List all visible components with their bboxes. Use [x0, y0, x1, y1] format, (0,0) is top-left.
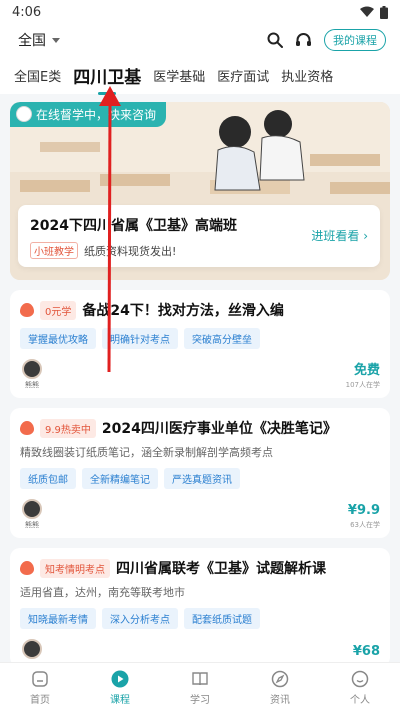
status-time: 4:06 — [12, 4, 42, 20]
search-icon[interactable] — [267, 32, 283, 48]
course-description: 适用省直，达州，南充等联考地市 — [20, 586, 185, 599]
price-badge: 9.9热卖中 — [40, 418, 96, 438]
status-bar: 4:06 — [0, 0, 400, 24]
course-title: 备战24下！找对方法，丝滑入编 — [82, 303, 284, 319]
chevron-down-icon — [52, 37, 60, 43]
course-tag: 知晓最新考情 — [20, 608, 96, 629]
tab-label: 资讯 — [270, 694, 290, 706]
course-feed[interactable]: 在线督学中，快来咨询 2024下四川省属《卫基》高端班 小班教学 纸质资料现货发… — [0, 94, 400, 662]
tab-label: 个人 — [350, 694, 370, 706]
teacher-avatar — [22, 639, 42, 659]
consult-chip[interactable]: 在线督学中，快来咨询 — [10, 102, 167, 127]
tab-label: 学习 — [190, 694, 210, 706]
course-description: 精致线圈装订纸质笔记，涵全新录制解剖学高频考点 — [20, 446, 273, 459]
course-tag: 全新精编笔记 — [82, 468, 158, 489]
play-icon — [111, 670, 129, 687]
wifi-icon — [360, 6, 374, 17]
home-icon — [32, 670, 48, 687]
course-tag: 突破高分壁垒 — [184, 328, 260, 349]
tab-label: 首页 — [30, 694, 50, 706]
top-bar: 全国 我的课程 — [0, 24, 400, 56]
consult-chip-label: 在线督学中，快来咨询 — [36, 108, 157, 122]
course-tag: 深入分析考点 — [102, 608, 178, 629]
tab-national-e[interactable]: 全国E类 — [14, 66, 61, 85]
tab-profile[interactable]: 个人 — [320, 663, 400, 712]
advisor-avatar — [16, 106, 32, 122]
fire-icon — [20, 421, 34, 435]
fire-icon — [20, 303, 34, 317]
teacher: 熊熊 — [20, 359, 44, 390]
compass-icon — [271, 670, 289, 687]
fire-icon — [20, 561, 34, 575]
battery-icon — [380, 5, 388, 19]
my-courses-button[interactable]: 我的课程 — [324, 29, 386, 51]
category-tabs: 全国E类 四川卫基 医学基础 医疗面试 执业资格 — [0, 56, 400, 95]
course-tag: 掌握最优攻略 — [20, 328, 96, 349]
banner-course-card[interactable]: 2024下四川省属《卫基》高端班 小班教学 纸质资料现货发出! 进班看看 › — [18, 205, 380, 267]
course-card[interactable]: 9.9热卖中 2024四川医疗事业单位《决胜笔记》 精致线圈装订纸质笔记，涵全新… — [10, 408, 390, 538]
promo-banner[interactable]: 在线督学中，快来咨询 2024下四川省属《卫基》高端班 小班教学 纸质资料现货发… — [10, 102, 390, 280]
course-tag: 明确针对考点 — [102, 328, 178, 349]
learner-count: 63人在学 — [350, 521, 380, 529]
enter-class-link[interactable]: 进班看看 › — [311, 227, 368, 244]
tab-medical-basics[interactable]: 医学基础 — [153, 66, 205, 85]
tab-courses[interactable]: 课程 — [80, 663, 160, 712]
course-price: ¥9.9 — [347, 503, 380, 518]
learner-count: 107人在学 — [345, 381, 380, 389]
course-title: 2024四川医疗事业单位《决胜笔记》 — [101, 421, 337, 437]
tab-practice-qualification[interactable]: 执业资格 — [281, 66, 333, 85]
course-title: 四川省属联考《卫基》试题解析课 — [116, 561, 326, 577]
tab-study[interactable]: 学习 — [160, 663, 240, 712]
teacher-name: 熊熊 — [25, 521, 39, 529]
course-tag: 严选真题资讯 — [164, 468, 240, 489]
course-card[interactable]: 0元学 备战24下！找对方法，丝滑入编 掌握最优攻略 明确针对考点 突破高分壁垒… — [10, 290, 390, 398]
region-label: 全国 — [18, 33, 46, 49]
banner-subtitle: 纸质资料现货发出! — [84, 244, 177, 258]
smile-icon — [351, 670, 369, 687]
book-icon — [192, 671, 208, 685]
price-badge: 知考情明考点 — [40, 558, 110, 578]
region-selector[interactable]: 全国 — [18, 30, 60, 50]
tab-label: 课程 — [110, 694, 130, 706]
teacher-avatar — [22, 359, 42, 379]
tab-home[interactable]: 首页 — [0, 663, 80, 712]
teacher: 熊熊 — [20, 499, 44, 530]
headset-icon[interactable] — [295, 32, 312, 49]
course-tag: 纸质包邮 — [20, 468, 76, 489]
teacher — [20, 639, 44, 659]
bottom-tab-bar: 首页 课程 学习 资讯 个人 — [0, 662, 400, 712]
teacher-name: 熊熊 — [25, 381, 39, 389]
small-class-tag: 小班教学 — [30, 242, 78, 259]
course-price: 免费 — [353, 363, 380, 378]
tab-sichuan-weiji[interactable]: 四川卫基 — [73, 63, 141, 95]
course-card[interactable]: 知考情明考点 四川省属联考《卫基》试题解析课 适用省直，达州，南充等联考地市 知… — [10, 548, 390, 662]
course-price: ¥68 — [352, 644, 380, 659]
price-badge: 0元学 — [40, 300, 77, 320]
course-tag: 配套纸质试题 — [184, 608, 260, 629]
tab-news[interactable]: 资讯 — [240, 663, 320, 712]
tab-medical-interview[interactable]: 医疗面试 — [217, 66, 269, 85]
teacher-avatar — [22, 499, 42, 519]
